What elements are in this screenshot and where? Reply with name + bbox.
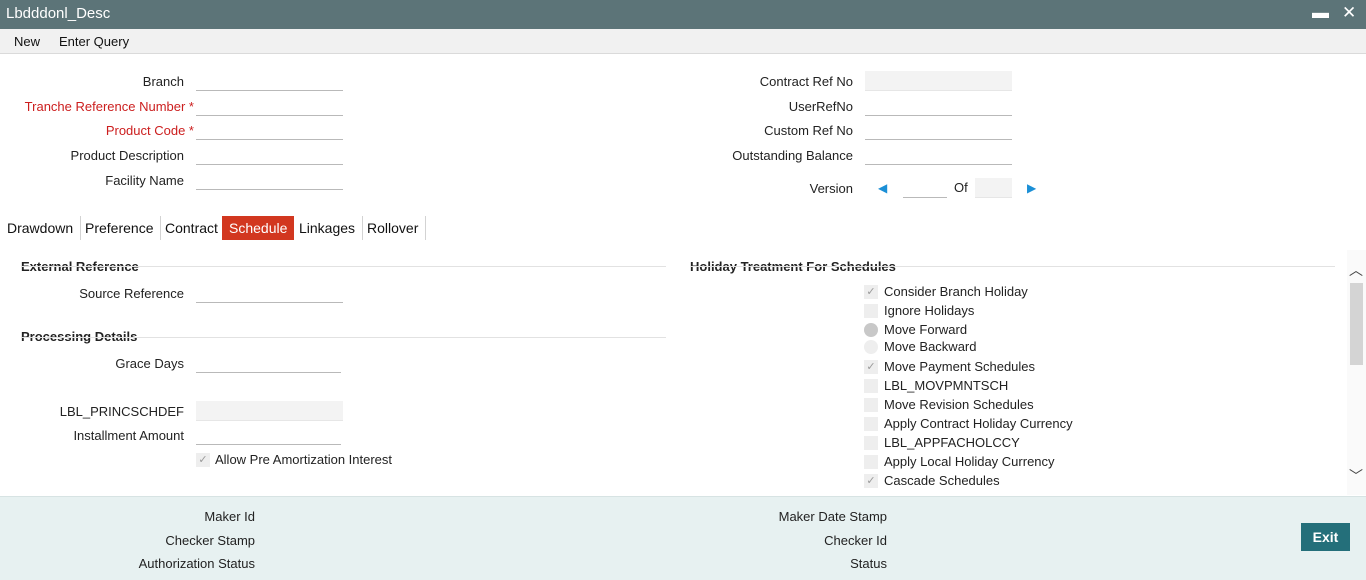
maker-id-label: Maker Id xyxy=(204,509,255,524)
facility-name-label: Facility Name xyxy=(105,173,184,188)
external-reference-divider xyxy=(21,266,666,267)
scroll-down-icon[interactable]: ﹀ xyxy=(1349,466,1363,486)
menu-bar: New Enter Query xyxy=(0,29,1366,54)
move-revision-schedules-label: Move Revision Schedules xyxy=(884,397,1034,412)
tab-contract[interactable]: Contract xyxy=(158,216,226,240)
movpmntsch-checkbox[interactable] xyxy=(864,379,878,393)
allow-pre-amort-checkbox[interactable]: ✓ xyxy=(196,453,210,467)
version-input[interactable] xyxy=(903,178,947,198)
consider-branch-holiday-checkbox[interactable]: ✓ xyxy=(864,285,878,299)
userref-input[interactable] xyxy=(865,96,1012,116)
contract-ref-input[interactable] xyxy=(865,71,1012,91)
princschdef-label: LBL_PRINCSCHDEF xyxy=(59,404,184,419)
apply-local-holiday-ccy-checkbox[interactable] xyxy=(864,455,878,469)
outstanding-balance-input[interactable] xyxy=(865,145,1012,165)
move-forward-radio[interactable] xyxy=(864,323,878,337)
tab-bar: Drawdown Preference Contract Schedule Li… xyxy=(0,216,1366,241)
tab-drawdown[interactable]: Drawdown xyxy=(0,216,82,240)
audit-footer: Maker Id Checker Stamp Authorization Sta… xyxy=(0,496,1366,580)
tab-linkages[interactable]: Linkages xyxy=(292,216,364,240)
menu-enter-query[interactable]: Enter Query xyxy=(59,34,129,49)
checker-stamp-label: Checker Stamp xyxy=(165,533,255,548)
move-backward-label: Move Backward xyxy=(884,339,977,354)
tab-rollover[interactable]: Rollover xyxy=(360,216,427,240)
product-code-input[interactable] xyxy=(196,120,343,140)
move-backward-radio[interactable] xyxy=(864,340,878,354)
installment-amount-label: Installment Amount xyxy=(73,428,184,443)
ignore-holidays-checkbox[interactable] xyxy=(864,304,878,318)
branch-label: Branch xyxy=(142,74,184,89)
scroll-up-icon[interactable]: ︿ xyxy=(1349,260,1363,280)
tab-schedule[interactable]: Schedule xyxy=(222,216,295,240)
custom-ref-input[interactable] xyxy=(865,120,1012,140)
move-payment-schedules-checkbox[interactable]: ✓ xyxy=(864,360,878,374)
movpmntsch-label: LBL_MOVPMNTSCH xyxy=(884,378,1009,393)
grace-days-input[interactable] xyxy=(196,353,341,373)
window-title: Lbdddonl_Desc xyxy=(6,5,111,22)
scroll-thumb[interactable] xyxy=(1350,283,1363,365)
version-of-label: Of xyxy=(954,180,968,195)
processing-details-divider xyxy=(21,337,666,338)
schedule-scrollbar[interactable]: ︿ ﹀ xyxy=(1347,250,1366,495)
product-desc-label: Product Description xyxy=(70,148,184,163)
minimize-icon[interactable]: ▬ xyxy=(1312,3,1329,23)
apply-contract-holiday-ccy-label: Apply Contract Holiday Currency xyxy=(884,416,1073,431)
appfacholccy-checkbox[interactable] xyxy=(864,436,878,450)
title-bar: Lbdddonl_Desc ▬ ✕ xyxy=(0,0,1366,29)
holiday-treatment-divider xyxy=(690,266,1335,267)
princschdef-input[interactable] xyxy=(196,401,343,421)
move-revision-schedules-checkbox[interactable] xyxy=(864,398,878,412)
exit-button[interactable]: Exit xyxy=(1301,523,1350,551)
branch-input[interactable] xyxy=(196,71,343,91)
tranche-ref-input[interactable] xyxy=(196,96,343,116)
source-reference-label: Source Reference xyxy=(79,286,184,301)
checker-id-label: Checker Id xyxy=(824,533,887,548)
ignore-holidays-label: Ignore Holidays xyxy=(884,303,975,318)
cascade-schedules-checkbox[interactable]: ✓ xyxy=(864,474,878,488)
tab-preference[interactable]: Preference xyxy=(78,216,162,240)
installment-amount-input[interactable] xyxy=(196,425,341,445)
maker-date-stamp-label: Maker Date Stamp xyxy=(778,509,887,524)
grace-days-label: Grace Days xyxy=(115,356,184,371)
apply-local-holiday-ccy-label: Apply Local Holiday Currency xyxy=(884,454,1055,469)
consider-branch-holiday-label: Consider Branch Holiday xyxy=(884,284,1028,299)
version-label: Version xyxy=(809,181,853,196)
outstanding-balance-label: Outstanding Balance xyxy=(732,148,853,163)
close-icon[interactable]: ✕ xyxy=(1342,3,1356,23)
allow-pre-amort-label: Allow Pre Amortization Interest xyxy=(215,452,393,467)
status-label: Status xyxy=(850,556,887,571)
authorization-status-label: Authorization Status xyxy=(138,556,255,571)
product-desc-input[interactable] xyxy=(196,145,343,165)
appfacholccy-label: LBL_APPFACHOLCCY xyxy=(884,435,1020,450)
move-payment-schedules-label: Move Payment Schedules xyxy=(884,359,1036,374)
move-forward-label: Move Forward xyxy=(884,322,968,337)
userref-label: UserRefNo xyxy=(788,99,853,114)
product-code-label: Product Code * xyxy=(105,123,194,138)
cascade-schedules-label: Cascade Schedules xyxy=(884,473,1000,488)
tranche-ref-label: Tranche Reference Number * xyxy=(24,99,194,114)
next-version-icon[interactable]: ▶ xyxy=(1027,181,1036,195)
menu-new[interactable]: New xyxy=(14,34,40,49)
apply-contract-holiday-ccy-checkbox[interactable] xyxy=(864,417,878,431)
contract-ref-label: Contract Ref No xyxy=(759,74,853,89)
source-reference-input[interactable] xyxy=(196,283,343,303)
version-total-input[interactable] xyxy=(975,178,1012,198)
custom-ref-label: Custom Ref No xyxy=(764,123,853,138)
prev-version-icon[interactable]: ◀ xyxy=(878,181,887,195)
facility-name-input[interactable] xyxy=(196,170,343,190)
